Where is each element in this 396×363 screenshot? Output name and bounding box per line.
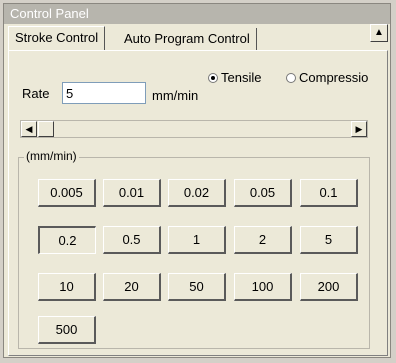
rate-preset-group-label: (mm/min) — [24, 149, 79, 163]
rate-input[interactable] — [62, 82, 146, 104]
rate-preset-button[interactable]: 50 — [168, 273, 226, 301]
triangle-left-icon: ◀ — [25, 124, 33, 134]
slider-thumb[interactable] — [38, 121, 54, 137]
rate-preset-button[interactable]: 2 — [234, 226, 292, 254]
window-title: Control Panel — [4, 4, 390, 24]
rate-preset-button[interactable]: 1 — [168, 226, 226, 254]
scroll-right-button[interactable]: ▶ — [351, 121, 367, 137]
tab-scroll-up-button[interactable]: ▲ — [370, 24, 388, 42]
triangle-right-icon: ▶ — [355, 124, 363, 134]
rate-preset-button[interactable]: 20 — [103, 273, 161, 301]
radio-unchecked-icon — [286, 72, 296, 83]
rate-preset-button-selected[interactable]: 0.2 — [38, 226, 96, 254]
triangle-up-icon: ▲ — [374, 27, 384, 38]
tab-strip: Stroke Control Auto Program Control — [8, 26, 388, 50]
rate-label: Rate — [22, 86, 50, 101]
rate-slider[interactable]: ◀ ▶ — [20, 120, 368, 138]
compression-radio[interactable]: Compressio — [286, 70, 368, 85]
rate-preset-button[interactable]: 0.1 — [300, 179, 358, 207]
radio-checked-icon — [208, 72, 218, 83]
rate-preset-button[interactable]: 0.01 — [103, 179, 161, 207]
tab-auto-program-control[interactable]: Auto Program Control — [118, 28, 257, 50]
rate-preset-button[interactable]: 0.02 — [168, 179, 226, 207]
tensile-radio[interactable]: Tensile — [208, 70, 261, 85]
rate-preset-button[interactable]: 100 — [234, 273, 292, 301]
rate-preset-button[interactable]: 500 — [38, 316, 96, 344]
rate-preset-button[interactable]: 0.005 — [38, 179, 96, 207]
tab-stroke-control[interactable]: Stroke Control — [8, 26, 106, 50]
rate-preset-button[interactable]: 200 — [300, 273, 358, 301]
control-panel-window: Control Panel Stroke Control Auto Progra… — [3, 3, 391, 358]
rate-preset-button[interactable]: 5 — [300, 226, 358, 254]
rate-preset-button[interactable]: 0.5 — [103, 226, 161, 254]
rate-unit-label: mm/min — [152, 88, 199, 103]
rate-preset-button[interactable]: 10 — [38, 273, 96, 301]
tensile-radio-label: Tensile — [221, 70, 262, 85]
compression-radio-label: Compressio — [299, 70, 369, 85]
scroll-left-button[interactable]: ◀ — [21, 121, 37, 137]
rate-preset-button[interactable]: 0.05 — [234, 179, 292, 207]
